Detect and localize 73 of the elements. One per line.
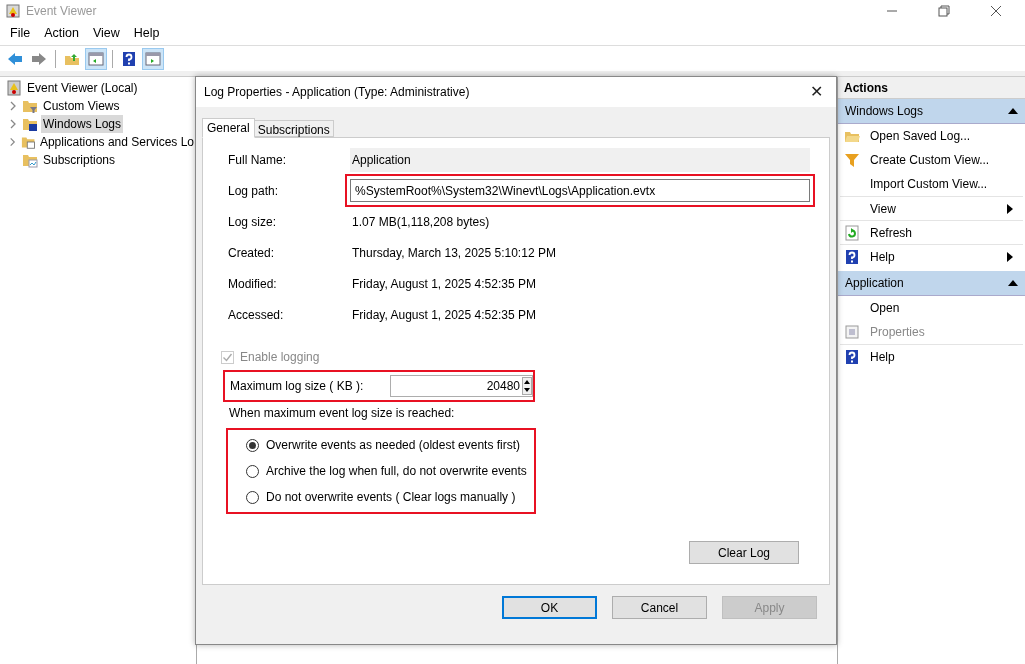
field-label: Log path: [228,182,280,200]
folder-icon [22,98,38,114]
tab[interactable]: Subscriptions [254,120,334,137]
radio-label: Overwrite events as needed (oldest events first) [266,437,521,454]
help-icon [844,248,860,265]
section-title: Application [845,275,905,292]
task-link[interactable]: Create Custom View... [840,148,1023,172]
field-label: Accessed: [228,306,285,324]
actions-header: Actions [838,77,1025,99]
spin-arrows-icon[interactable] [522,377,532,395]
window-title: Event Viewer [26,3,97,20]
task-link[interactable]: Open Saved Log... [840,124,1023,148]
task-link[interactable]: Refresh [840,220,1023,244]
help-icon [121,50,137,67]
radio-label: Archive the log when full, do not overwrite events [266,463,527,480]
back-arrow-icon [7,50,23,67]
event-viewer-icon [6,80,22,96]
radio-button[interactable] [246,490,259,504]
field-value: Friday, August 1, 2025 4:52:35 PM [351,275,537,293]
dialog-title: Log Properties - Application (Type: Administrative) [204,84,470,101]
close-icon[interactable] [990,5,1002,17]
collapse-icon [1008,108,1018,114]
policy-label: When maximum event log size is reached: [229,405,456,422]
tree-item[interactable]: Custom Views [41,97,122,115]
folder-icon [22,116,38,132]
radio-button[interactable] [246,438,259,452]
menu-item[interactable]: Action [37,24,86,43]
field-label: Log size: [228,213,278,231]
refresh-icon [844,224,860,241]
task-link[interactable]: View [840,196,1023,220]
max-size-spinner[interactable]: 20480 [390,375,533,397]
tree-item[interactable]: Applications and Services Lo [37,133,196,151]
menu-item[interactable]: Help [126,24,167,43]
section-header[interactable]: Windows Logs [838,99,1025,124]
task-link[interactable]: Help [840,244,1023,268]
field-label: Created: [228,244,276,262]
spinner-value: 20480 [485,378,521,395]
tree-item[interactable]: Windows Logs [41,115,124,133]
dialog-button[interactable]: Cancel [612,596,707,619]
checkbox-label: Enable logging [240,349,320,366]
task-link[interactable]: Help [840,344,1023,368]
menu-item[interactable]: View [85,24,127,43]
restore-icon[interactable] [938,5,950,17]
properties-icon [844,324,860,340]
task-link[interactable]: Open [840,296,1023,320]
filter-icon [844,152,860,168]
radio-button[interactable] [246,464,259,478]
collapse-icon [1008,280,1018,286]
field-label: Maximum log size ( KB ): [230,378,365,395]
tree-item[interactable]: Event Viewer (Local) [25,79,140,97]
pane-icon [145,50,161,67]
folder-icon [22,152,38,168]
field-label: Modified: [228,275,278,293]
close-button[interactable]: ✕ [796,80,836,104]
help-icon [844,348,860,365]
log-path-field[interactable]: %SystemRoot%\System32\Winevt\Logs\Application.evtx [350,179,810,202]
tab[interactable]: General [202,118,255,138]
menu-item[interactable]: File [3,24,38,43]
field-value: Application [350,147,810,172]
tree-item[interactable]: Subscriptions [41,151,118,169]
clear-log-button[interactable]: Clear Log [689,541,799,564]
section-header[interactable]: Application [838,271,1025,296]
field-value: Friday, August 1, 2025 4:52:35 PM [351,306,537,324]
field-value: Thursday, March 13, 2025 5:10:12 PM [351,244,557,262]
pane-icon [88,50,104,67]
field-value: 1.07 MB(1,118,208 bytes) [351,213,491,231]
dialog-button[interactable]: OK [502,596,597,619]
section-title: Windows Logs [845,103,925,120]
field-label: Full Name: [228,151,287,169]
radio-label: Do not overwrite events ( Clear logs manually ) [266,489,516,506]
event-viewer-icon [6,4,20,18]
task-link[interactable]: Import Custom View... [840,172,1023,196]
forward-arrow-icon [31,50,47,67]
